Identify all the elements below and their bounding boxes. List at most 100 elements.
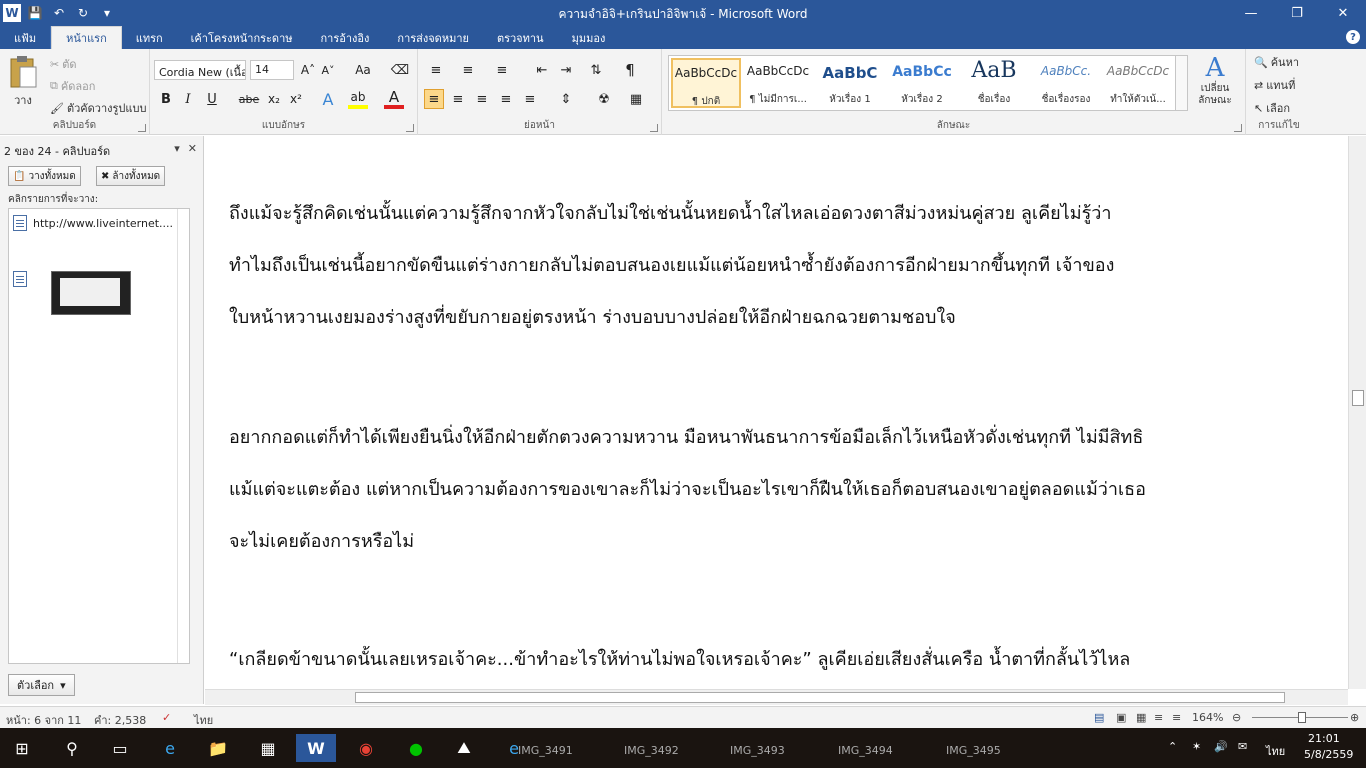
sort-icon[interactable]: ⇅ (586, 60, 606, 80)
pane-close-icon[interactable]: ✕ (188, 142, 197, 155)
horizontal-scrollbar[interactable] (205, 689, 1348, 705)
style-subtle-emphasis[interactable]: AaBbCcDc ทำให้ตัวเน้... (1103, 58, 1173, 108)
network-icon[interactable]: ✶ (1192, 740, 1201, 753)
tab-review[interactable]: ตรวจทาน (483, 26, 558, 49)
superscript-button[interactable]: x² (286, 89, 306, 109)
word-count[interactable]: คำ: 2,538 (94, 711, 146, 729)
proofing-icon[interactable]: ✓ (162, 711, 171, 724)
styles-gallery-scroll[interactable] (1175, 56, 1187, 110)
web-layout-view-icon[interactable]: ▦ (1136, 711, 1146, 724)
align-right-icon[interactable]: ≡ (472, 89, 492, 109)
language-indicator[interactable]: ไทย (194, 711, 213, 729)
minimize-button[interactable]: — (1228, 0, 1274, 26)
clipboard-item[interactable] (13, 271, 27, 287)
paste-button[interactable]: วาง (8, 55, 38, 109)
tab-page-layout[interactable]: เค้าโครงหน้ากระดาษ (177, 26, 307, 49)
style-title[interactable]: AaB ชื่อเรื่อง (959, 58, 1029, 108)
format-painter-button[interactable]: 🖌 ตัวคัดวางรูปแบบ (50, 99, 146, 117)
align-left-icon[interactable]: ≡ (424, 89, 444, 109)
font-name-box[interactable]: Cordia New (เนื้อ (154, 60, 246, 80)
paragraph-dialog-launcher[interactable] (650, 124, 658, 132)
find-button[interactable]: 🔍 ค้นหา (1254, 53, 1299, 71)
strikethrough-button[interactable]: abe (236, 89, 262, 109)
align-center-icon[interactable]: ≡ (448, 89, 468, 109)
style-normal[interactable]: AaBbCcDc ¶ ปกติ (671, 58, 741, 108)
tray-language[interactable]: ไทย (1266, 742, 1285, 760)
pane-menu-icon[interactable]: ▾ (174, 142, 180, 155)
print-layout-view-icon[interactable]: ▤ (1094, 711, 1104, 724)
tab-references[interactable]: การอ้างอิง (307, 26, 384, 49)
clock-date[interactable]: 5/8/2559 (1304, 748, 1353, 761)
bold-button[interactable]: B (156, 89, 176, 109)
select-button[interactable]: ↖ เลือก (1254, 99, 1290, 117)
document-area[interactable]: ถึงแม้จะรู้สึกคิดเช่นนั้นแต่ความรู้สึกจา… (205, 136, 1347, 689)
paste-all-button[interactable]: 📋 วางทั้งหมด (8, 166, 81, 186)
vertical-scroll-thumb[interactable] (1352, 390, 1364, 406)
borders-icon[interactable]: ▦ (626, 89, 646, 109)
cut-button[interactable]: ✂ ตัด (50, 55, 77, 73)
style-heading-1[interactable]: AaBbC หัวเรื่อง 1 (815, 58, 885, 108)
horizontal-scroll-thumb[interactable] (355, 692, 1285, 703)
tab-file[interactable]: แฟ้ม (0, 26, 52, 49)
line-spacing-icon[interactable]: ⇕ (556, 89, 576, 109)
clear-all-button[interactable]: ✖ ล้างทั้งหมด (96, 166, 166, 186)
help-icon[interactable]: ? (1346, 30, 1360, 44)
tab-mailings[interactable]: การส่งจดหมาย (383, 26, 483, 49)
start-windows-icon[interactable]: ⊞ (2, 734, 42, 762)
tab-insert[interactable]: แทรก (122, 26, 177, 49)
numbering-icon[interactable]: ≡ (458, 60, 478, 80)
clipboard-list-scrollbar[interactable] (177, 209, 189, 663)
change-case-button[interactable]: Aa (350, 60, 376, 80)
increase-indent-icon[interactable]: ⇥ (556, 60, 576, 80)
justify-icon[interactable]: ≡ (496, 89, 516, 109)
vertical-scrollbar[interactable] (1348, 136, 1366, 689)
underline-button[interactable]: U (202, 89, 222, 109)
distributed-icon[interactable]: ≡ (520, 89, 540, 109)
clipboard-dialog-launcher[interactable] (138, 124, 146, 132)
shrink-font-button[interactable]: A˅ (318, 60, 338, 80)
paragraph[interactable]: ถึงแม้จะรู้สึกคิดเช่นนั้นแต่ความรู้สึกจา… (229, 188, 1229, 344)
word-taskbar-icon[interactable]: W (296, 734, 336, 762)
multilevel-list-icon[interactable]: ≡ (492, 60, 512, 80)
style-no-spacing[interactable]: AaBbCcDc ¶ ไม่มีการเ... (743, 58, 813, 108)
clipboard-item[interactable]: http://www.liveinternet.... (13, 215, 173, 231)
full-screen-view-icon[interactable]: ▣ (1116, 711, 1126, 724)
paragraph[interactable]: “เกลียดข้าขนาดนั้นเลยเหรอเจ้าคะ...ข้าทำอ… (229, 634, 1229, 686)
grow-font-button[interactable]: A˄ (298, 60, 318, 80)
styles-dialog-launcher[interactable] (1234, 124, 1242, 132)
replace-button[interactable]: ⇄ แทนที่ (1254, 76, 1295, 94)
highlight-button[interactable]: ab (348, 89, 368, 109)
store-icon[interactable]: ▦ (248, 734, 288, 762)
outline-view-icon[interactable]: ≡ (1154, 711, 1163, 724)
font-dialog-launcher[interactable] (406, 124, 414, 132)
task-view-icon[interactable]: ▭ (100, 734, 140, 762)
font-size-box[interactable]: 14 (250, 60, 294, 80)
bullets-icon[interactable]: ≡ (426, 60, 446, 80)
italic-button[interactable]: I (178, 89, 198, 109)
shading-icon[interactable]: ☢ (594, 89, 614, 109)
volume-icon[interactable]: 🔊 (1214, 740, 1228, 753)
clipboard-options-button[interactable]: ตัวเลือก ▾ (8, 674, 75, 696)
zoom-in-icon[interactable]: ⊕ (1350, 711, 1359, 724)
change-styles-button[interactable]: A เปลี่ยน ลักษณะ (1192, 53, 1238, 107)
style-subtitle[interactable]: AaBbCc. ชื่อเรื่องรอง (1031, 58, 1101, 108)
tab-view[interactable]: มุมมอง (558, 26, 620, 49)
clear-formatting-icon[interactable]: ⌫ (390, 60, 410, 80)
page-count[interactable]: หน้า: 6 จาก 11 (6, 711, 81, 729)
subscript-button[interactable]: x₂ (264, 89, 284, 109)
chrome-icon[interactable]: ◉ (346, 734, 386, 762)
line-app-icon[interactable]: ● (396, 734, 436, 762)
font-color-button[interactable]: A (384, 88, 404, 109)
copy-button[interactable]: ⧉ คัดลอก (50, 77, 95, 95)
photos-icon[interactable]: ⛰ (444, 734, 484, 762)
zoom-slider-knob[interactable] (1298, 712, 1306, 723)
notification-icon[interactable]: ✉ (1238, 740, 1247, 753)
style-heading-2[interactable]: AaBbCc หัวเรื่อง 2 (887, 58, 957, 108)
tray-chevron-icon[interactable]: ⌃ (1168, 740, 1177, 753)
internet-explorer-icon[interactable]: e (150, 734, 190, 762)
maximize-button[interactable]: ❐ (1274, 0, 1320, 26)
decrease-indent-icon[interactable]: ⇤ (532, 60, 552, 80)
clock-time[interactable]: 21:01 (1308, 732, 1340, 745)
paragraph[interactable]: อยากกอดแต่ก็ทำได้เพียงยืนนิ่งให้อีกฝ่ายต… (229, 412, 1229, 568)
clipboard-image-thumbnail[interactable] (51, 271, 131, 315)
